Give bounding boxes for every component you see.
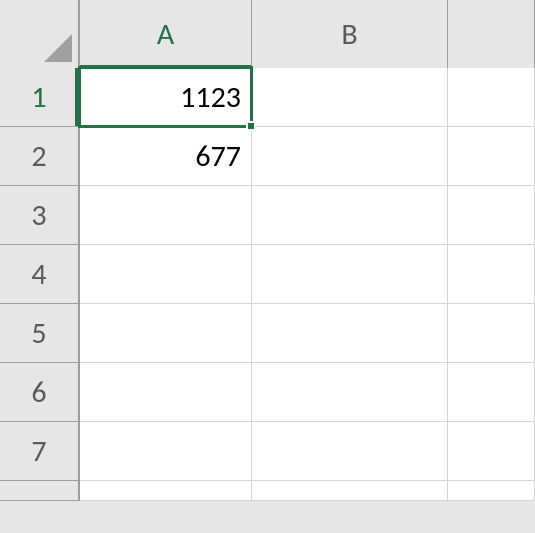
column-header-B[interactable]: B bbox=[252, 0, 448, 68]
cell-C5[interactable] bbox=[448, 304, 535, 363]
select-all-triangle-icon bbox=[44, 34, 72, 62]
cell-B6[interactable] bbox=[252, 363, 448, 422]
row-3: 3 bbox=[0, 186, 535, 245]
cell-A4[interactable] bbox=[80, 245, 252, 304]
spreadsheet-grid: A B 1 1123 2 677 3 4 5 6 7 bbox=[0, 0, 535, 533]
row-header-5[interactable]: 5 bbox=[0, 304, 80, 363]
row-header-2[interactable]: 2 bbox=[0, 127, 80, 186]
row-5: 5 bbox=[0, 304, 535, 363]
row-header-1[interactable]: 1 bbox=[0, 68, 80, 127]
cell-A7[interactable] bbox=[80, 422, 252, 481]
cell-B8[interactable] bbox=[252, 481, 448, 501]
cell-C1[interactable] bbox=[448, 68, 535, 127]
row-header-6[interactable]: 6 bbox=[0, 363, 80, 422]
row-8 bbox=[0, 481, 535, 501]
cell-A5[interactable] bbox=[80, 304, 252, 363]
cell-B1[interactable] bbox=[252, 68, 448, 127]
row-6: 6 bbox=[0, 363, 535, 422]
cell-C7[interactable] bbox=[448, 422, 535, 481]
cell-A3[interactable] bbox=[80, 186, 252, 245]
row-header-8[interactable] bbox=[0, 481, 80, 501]
column-header-A[interactable]: A bbox=[80, 0, 252, 68]
fill-handle[interactable] bbox=[246, 121, 256, 131]
row-header-7[interactable]: 7 bbox=[0, 422, 80, 481]
cell-B3[interactable] bbox=[252, 186, 448, 245]
row-1: 1 1123 bbox=[0, 68, 535, 127]
cell-C6[interactable] bbox=[448, 363, 535, 422]
row-4: 4 bbox=[0, 245, 535, 304]
cell-B4[interactable] bbox=[252, 245, 448, 304]
cell-B2[interactable] bbox=[252, 127, 448, 186]
column-header-C[interactable] bbox=[448, 0, 535, 68]
cell-A2[interactable]: 677 bbox=[80, 127, 252, 186]
select-all-button[interactable] bbox=[0, 0, 80, 68]
cell-A6[interactable] bbox=[80, 363, 252, 422]
cell-C8[interactable] bbox=[448, 481, 535, 501]
row-header-4[interactable]: 4 bbox=[0, 245, 80, 304]
cell-B5[interactable] bbox=[252, 304, 448, 363]
cell-A8[interactable] bbox=[80, 481, 252, 501]
column-header-row: A B bbox=[0, 0, 535, 68]
cell-A1[interactable]: 1123 bbox=[80, 68, 252, 127]
cell-C4[interactable] bbox=[448, 245, 535, 304]
row-7: 7 bbox=[0, 422, 535, 481]
cell-C3[interactable] bbox=[448, 186, 535, 245]
cell-C2[interactable] bbox=[448, 127, 535, 186]
row-header-3[interactable]: 3 bbox=[0, 186, 80, 245]
cell-B7[interactable] bbox=[252, 422, 448, 481]
row-2: 2 677 bbox=[0, 127, 535, 186]
